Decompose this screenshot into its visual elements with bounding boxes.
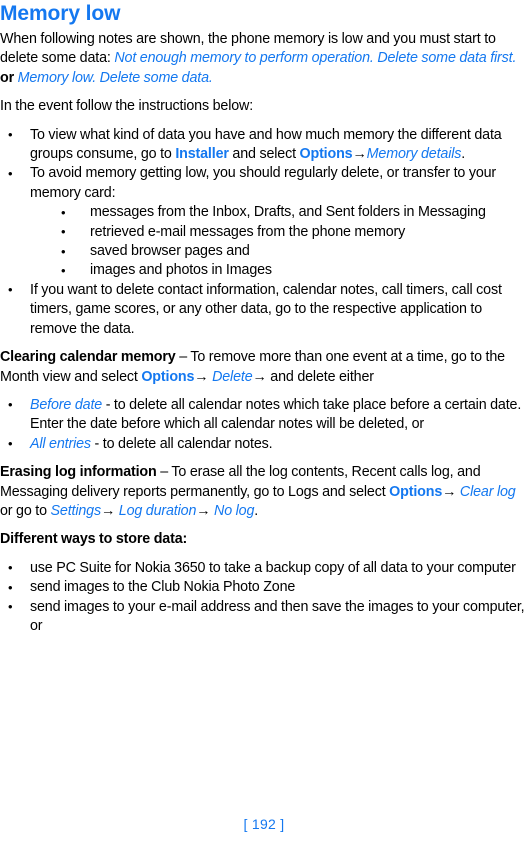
link-settings[interactable]: Settings	[51, 503, 102, 519]
link-options[interactable]: Options	[141, 369, 194, 385]
sub-bullet-list: messages from the Inbox, Drafts, and Sen…	[30, 203, 526, 281]
link-before-date[interactable]: Before date	[30, 397, 102, 413]
log-dash: –	[156, 464, 172, 481]
calendar-bullet-list: Before date - to delete all calendar not…	[0, 395, 526, 454]
log-text-after: .	[254, 502, 259, 519]
memory-note-2: Memory low. Delete some data.	[17, 69, 213, 86]
list-item: send images to your e-mail address and t…	[0, 597, 526, 637]
intro-paragraph: When following notes are shown, the phon…	[0, 30, 526, 88]
bullet-2-text: To avoid memory getting low, you should …	[30, 165, 497, 201]
list-item: To avoid memory getting low, you should …	[0, 164, 526, 281]
page-content: Memory low When following notes are show…	[0, 2, 526, 636]
store-data-bullet-list: use PC Suite for Nokia 3650 to take a ba…	[0, 558, 526, 637]
store-data-colon: :	[182, 531, 188, 548]
link-options[interactable]: Options	[389, 484, 442, 500]
link-all-entries[interactable]: All entries	[30, 436, 91, 452]
link-log-duration[interactable]: Log duration	[119, 503, 197, 519]
before-date-description: - to delete all calendar notes which tak…	[30, 396, 522, 433]
instruction-intro: In the event follow the instructions bel…	[0, 98, 254, 115]
calendar-memory-heading: Clearing calendar memory	[0, 349, 176, 366]
bullet-1-text-after: .	[461, 146, 466, 163]
list-item: To view what kind of data you have and h…	[0, 125, 526, 165]
log-information-paragraph: Erasing log information – To erase all t…	[0, 463, 526, 521]
link-no-log[interactable]: No log	[214, 503, 254, 519]
list-item: messages from the Inbox, Drafts, and Sen…	[30, 203, 526, 223]
link-clear-log[interactable]: Clear log	[460, 484, 516, 500]
page-title: Memory low	[0, 2, 121, 25]
all-entries-description: - to delete all calendar notes.	[90, 435, 273, 452]
page-number: [ 192 ]	[243, 816, 285, 832]
log-information-heading: Erasing log information	[0, 464, 157, 481]
arrow-icon: →	[100, 502, 119, 519]
memory-note-1: Not enough memory to perform operation. …	[114, 50, 517, 67]
list-item: saved browser pages and	[30, 242, 526, 262]
link-memory-details[interactable]: Memory details	[367, 146, 462, 162]
calendar-memory-paragraph: Clearing calendar memory – To remove mor…	[0, 348, 526, 387]
link-options[interactable]: Options	[300, 146, 353, 162]
intro-conjunction: or	[0, 69, 18, 86]
list-item: If you want to delete contact informatio…	[0, 280, 526, 339]
list-item: send images to the Club Nokia Photo Zone	[0, 578, 526, 598]
arrow-icon: →	[252, 368, 267, 385]
store-data-heading: Different ways to store data	[0, 531, 183, 548]
arrow-icon: →	[352, 146, 367, 163]
bullet-1-text-mid: and select	[228, 146, 300, 163]
calendar-text-after: and delete either	[266, 368, 374, 385]
list-item: use PC Suite for Nokia 3650 to take a ba…	[0, 558, 526, 578]
list-item: retrieved e-mail messages from the phone…	[30, 222, 526, 242]
log-text-mid: or go to	[0, 502, 51, 519]
arrow-icon: →	[442, 483, 460, 500]
calendar-dash: –	[175, 349, 191, 366]
document-page: Memory low When following notes are show…	[0, 0, 528, 841]
list-item: Before date - to delete all calendar not…	[0, 395, 526, 435]
arrow-icon: →	[196, 502, 215, 519]
arrow-icon: →	[194, 368, 213, 385]
list-item: All entries - to delete all calendar not…	[0, 434, 526, 454]
list-item: images and photos in Images	[30, 261, 526, 281]
store-data-paragraph: Different ways to store data:	[0, 530, 526, 549]
main-bullet-list: To view what kind of data you have and h…	[0, 125, 526, 339]
link-delete[interactable]: Delete	[212, 369, 253, 385]
link-installer[interactable]: Installer	[175, 146, 229, 162]
